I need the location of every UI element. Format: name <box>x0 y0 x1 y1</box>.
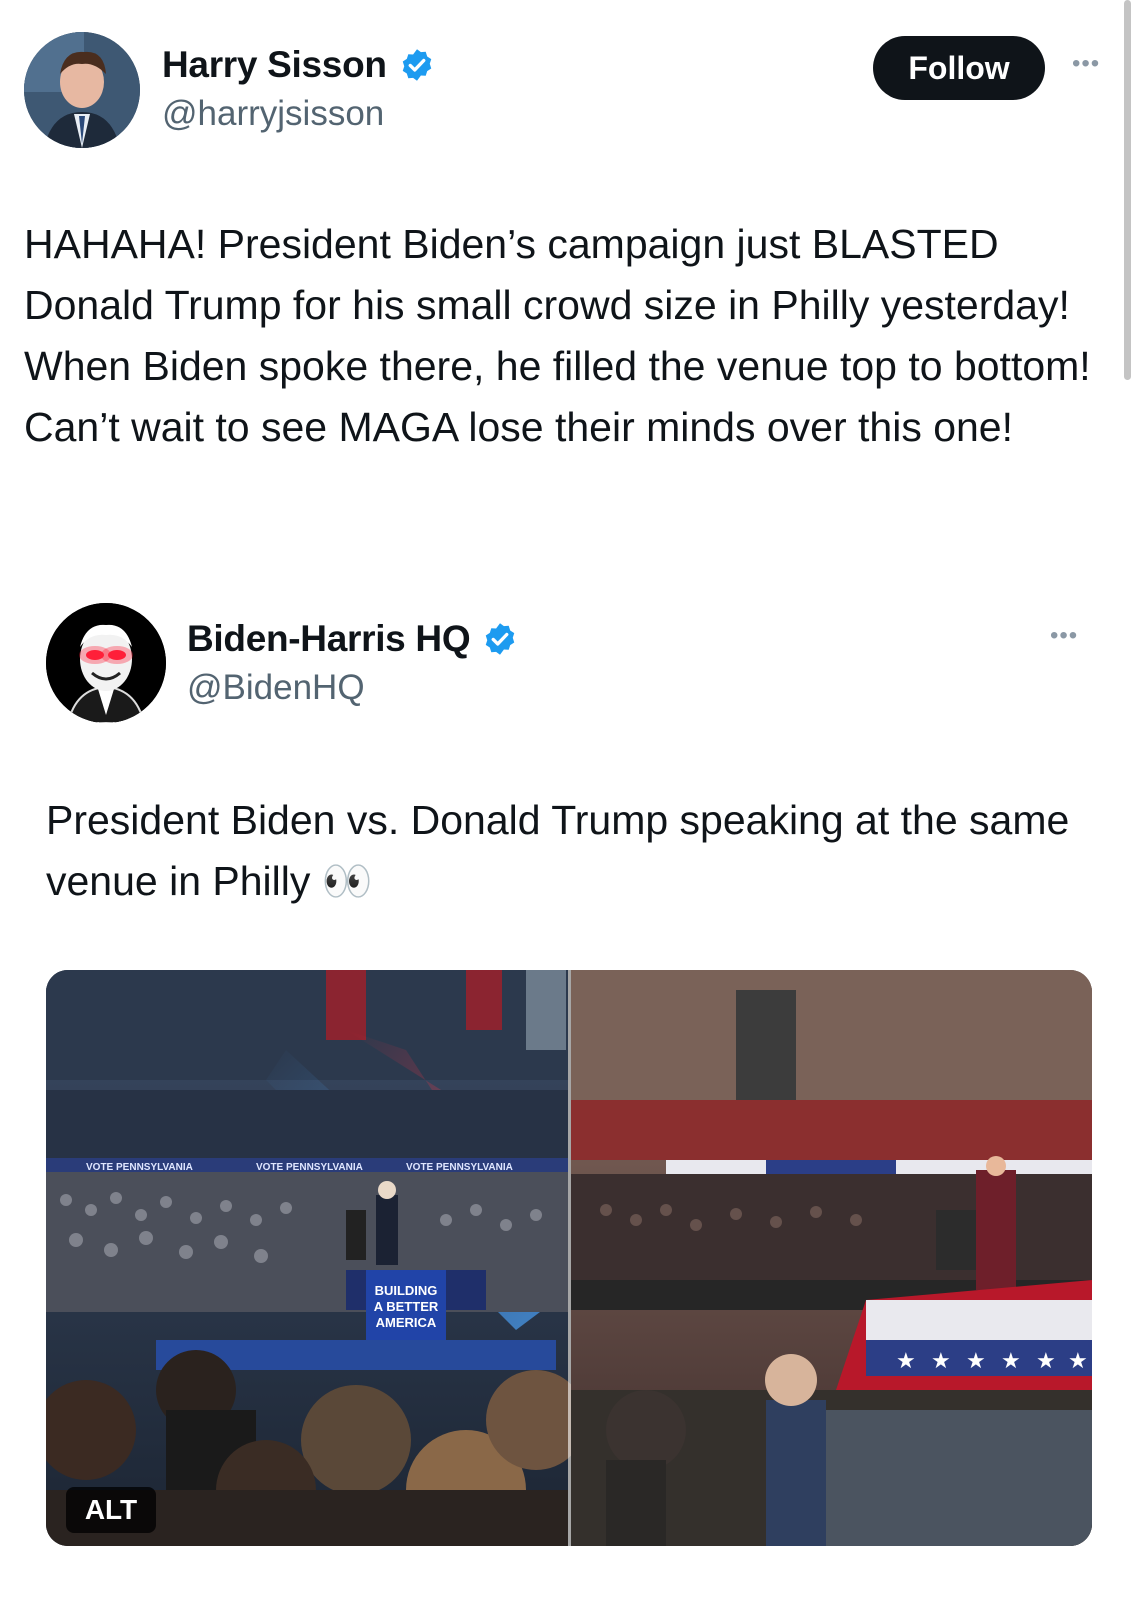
verified-badge-icon <box>486 623 515 655</box>
svg-text:★: ★ <box>1068 1349 1088 1374</box>
author-name[interactable]: Harry Sisson <box>162 44 387 86</box>
biden-rally-photo: VOTE PENNSYLVANIA VOTE PENNSYLVANIA VOTE… <box>46 970 586 1546</box>
trump-rally-photo: ★ ★ ★ ★ ★ ★ <box>571 970 1092 1546</box>
quoted-author-name-row[interactable]: Biden-Harris HQ <box>187 618 518 660</box>
quoted-media-image[interactable]: VOTE PENNSYLVANIA VOTE PENNSYLVANIA VOTE… <box>46 970 1092 1546</box>
svg-text:VOTE PENNSYLVANIA: VOTE PENNSYLVANIA <box>406 1162 513 1173</box>
avatar-image <box>24 32 140 148</box>
tweet-text: HAHAHA! President Biden’s campaign just … <box>24 221 1091 450</box>
svg-text:★: ★ <box>896 1349 916 1374</box>
dark-brandon-avatar-image <box>46 603 166 723</box>
author-avatar[interactable] <box>24 32 140 148</box>
svg-text:★: ★ <box>1001 1349 1021 1374</box>
podium-sign-line-1: BUILDING <box>375 1283 438 1298</box>
svg-text:VOTE PENNSYLVANIA: VOTE PENNSYLVANIA <box>256 1162 363 1173</box>
follow-button[interactable]: Follow <box>873 36 1045 100</box>
quoted-tweet-text: President Biden vs. Donald Trump speakin… <box>46 797 1070 904</box>
more-options-icon[interactable]: ••• <box>1072 50 1100 78</box>
svg-text:★: ★ <box>1036 1349 1056 1374</box>
quoted-more-options-icon[interactable]: ••• <box>1050 622 1078 650</box>
podium-sign-line-3: AMERICA <box>376 1315 437 1330</box>
svg-text:★: ★ <box>931 1349 951 1374</box>
alt-text-badge[interactable]: ALT <box>66 1487 156 1533</box>
author-name-row[interactable]: Harry Sisson <box>162 44 435 86</box>
quoted-author-name[interactable]: Biden-Harris HQ <box>187 618 471 660</box>
podium-sign-line-2: A BETTER <box>374 1299 439 1314</box>
banner-text: VOTE PENNSYLVANIA <box>86 1162 193 1173</box>
quoted-author-handle[interactable]: @BidenHQ <box>187 668 365 708</box>
author-handle[interactable]: @harryjsisson <box>162 94 384 134</box>
quoted-author-avatar[interactable] <box>46 603 166 723</box>
svg-text:★: ★ <box>966 1349 986 1374</box>
verified-badge-icon <box>402 49 431 81</box>
scrollbar[interactable] <box>1124 0 1131 380</box>
